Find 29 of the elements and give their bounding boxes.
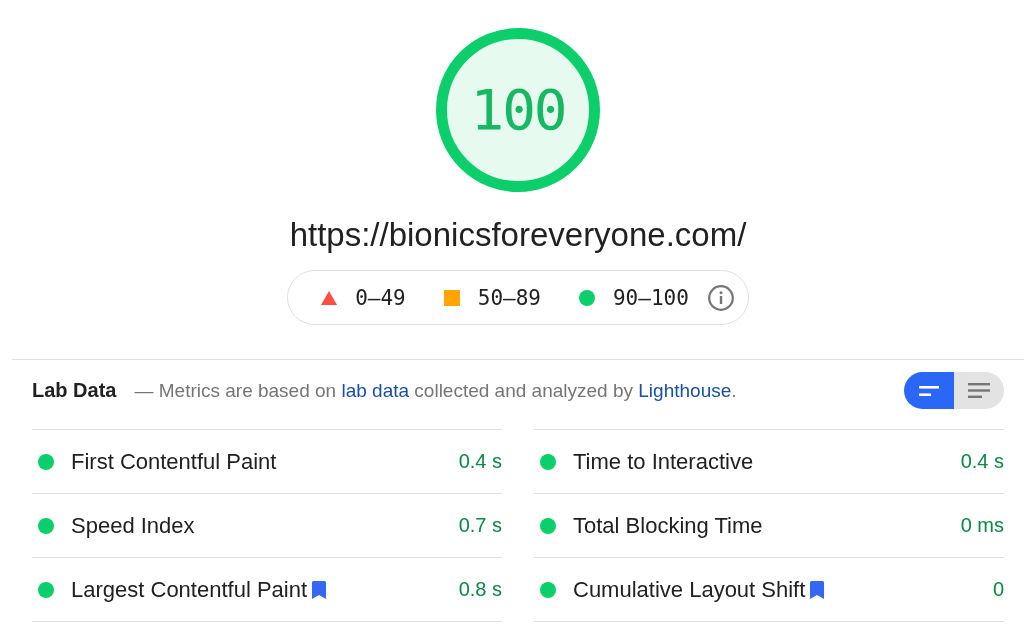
metric-value: 0.7 s — [458, 514, 502, 537]
square-icon — [443, 289, 460, 306]
lab-data-description: — Metrics are based on lab data collected and analyzed by Lighthouse. — [134, 379, 737, 402]
lines-icon — [919, 385, 939, 396]
page-url: https://bionicsforeveryone.com/ — [289, 215, 747, 255]
metric-name: Speed Index — [71, 512, 195, 539]
legend-range: 50–89 — [477, 285, 541, 310]
description-link[interactable]: Lighthouse — [638, 379, 732, 401]
metric-value: 0 ms — [960, 514, 1004, 537]
lines-icon — [968, 383, 990, 398]
legend-range: 0–49 — [355, 285, 406, 310]
list-view-button[interactable] — [954, 372, 1004, 409]
circle-icon — [578, 289, 595, 306]
score-value: 100 — [470, 82, 566, 138]
metric-value: 0.4 s — [458, 450, 502, 473]
metric-name: Total Blocking Time — [573, 512, 763, 539]
metric-name: Cumulative Layout Shift — [573, 576, 806, 603]
description-link[interactable]: lab data — [341, 379, 410, 401]
lab-data-title: Lab Data — [32, 379, 117, 402]
triangle-icon — [321, 290, 338, 305]
metric-name: Time to Interactive — [573, 448, 754, 475]
metric-value: 0.4 s — [960, 450, 1004, 473]
metric-value: 0.8 s — [458, 578, 502, 601]
metric-name: Largest Contentful Paint — [71, 576, 308, 603]
summary-view-button[interactable] — [904, 372, 954, 409]
metric-name: First Contentful Paint — [71, 448, 277, 475]
metric-value: 0 — [992, 578, 1004, 601]
info-icon[interactable] — [707, 284, 734, 311]
legend-range: 90–100 — [612, 285, 689, 310]
